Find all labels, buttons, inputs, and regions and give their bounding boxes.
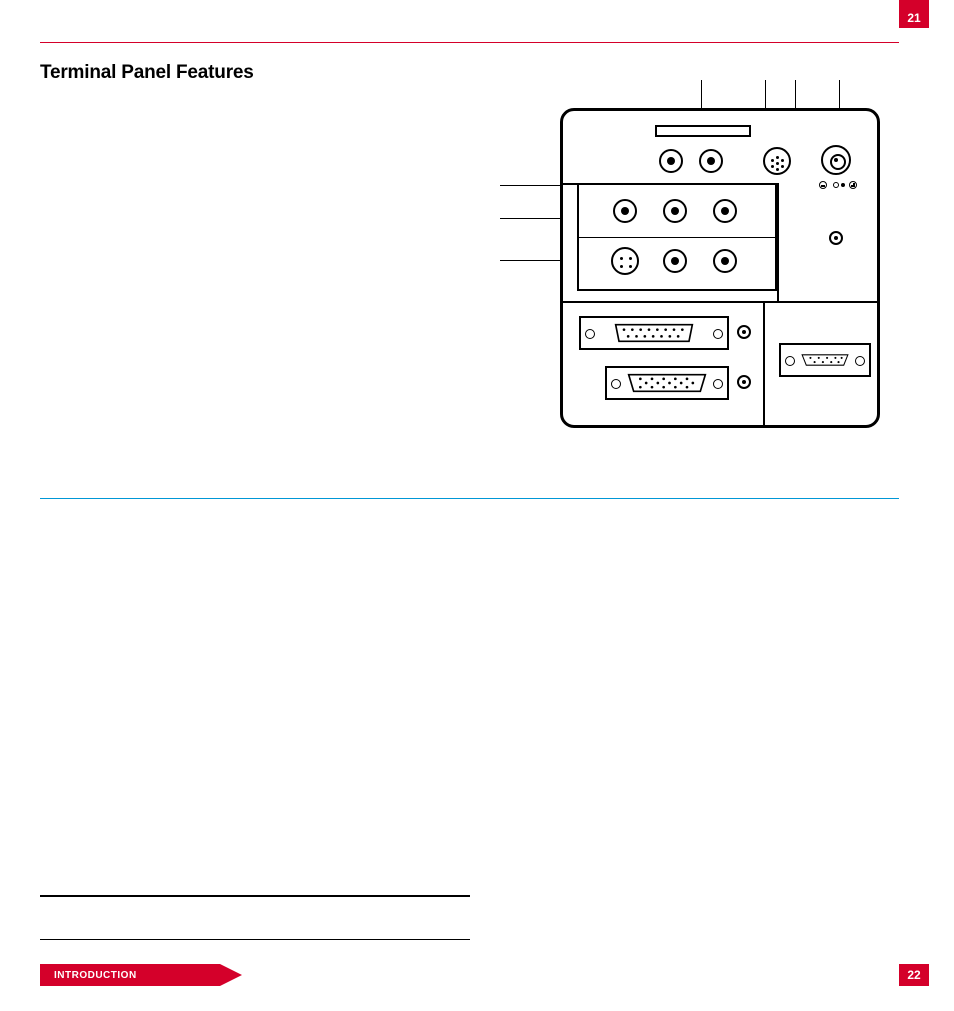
video-in-group bbox=[577, 183, 777, 291]
page-number-top: 21 bbox=[907, 11, 920, 25]
screw-icon bbox=[829, 231, 843, 245]
blue-divider bbox=[40, 498, 899, 499]
rca-jack-icon bbox=[699, 149, 723, 173]
mini-din-icon bbox=[763, 147, 791, 175]
dsub-wide-icon bbox=[579, 316, 729, 350]
dot-icon bbox=[833, 182, 839, 188]
audio-jack-icon bbox=[737, 325, 751, 339]
plus-icon bbox=[849, 181, 857, 189]
rca-jack-icon bbox=[713, 249, 737, 273]
page-number-bottom: 22 bbox=[907, 968, 920, 982]
dot-icon bbox=[841, 183, 845, 187]
divider bbox=[777, 183, 779, 301]
footer-section-band: INTRODUCTION bbox=[40, 964, 220, 986]
page-number-bottom-tab: 22 bbox=[899, 964, 929, 986]
section-title: Terminal Panel Features bbox=[40, 62, 254, 84]
lead-line bbox=[701, 80, 702, 110]
minus-icon bbox=[819, 181, 827, 189]
dc-jack-icon bbox=[821, 145, 851, 175]
lead-line bbox=[839, 80, 840, 110]
rca-jack-icon bbox=[659, 149, 683, 173]
rule bbox=[40, 895, 470, 897]
rca-jack-icon bbox=[713, 199, 737, 223]
dsub-de9-icon bbox=[779, 343, 871, 377]
lead-line bbox=[500, 185, 560, 186]
rca-jack-icon bbox=[613, 199, 637, 223]
dsub-hd15-icon bbox=[605, 366, 729, 400]
page-number-top-tab: 21 bbox=[899, 0, 929, 28]
divider bbox=[763, 301, 765, 425]
lead-line bbox=[765, 80, 766, 110]
port-label-bar bbox=[655, 125, 751, 137]
top-rule bbox=[40, 42, 899, 43]
rca-jack-icon bbox=[663, 199, 687, 223]
audio-jack-icon bbox=[737, 375, 751, 389]
rule bbox=[40, 939, 470, 940]
divider bbox=[563, 183, 777, 185]
rca-jack-icon bbox=[663, 249, 687, 273]
s-video-icon bbox=[611, 247, 639, 275]
footer-label: INTRODUCTION bbox=[54, 970, 137, 981]
divider bbox=[563, 301, 877, 303]
terminal-panel-diagram bbox=[560, 108, 880, 428]
